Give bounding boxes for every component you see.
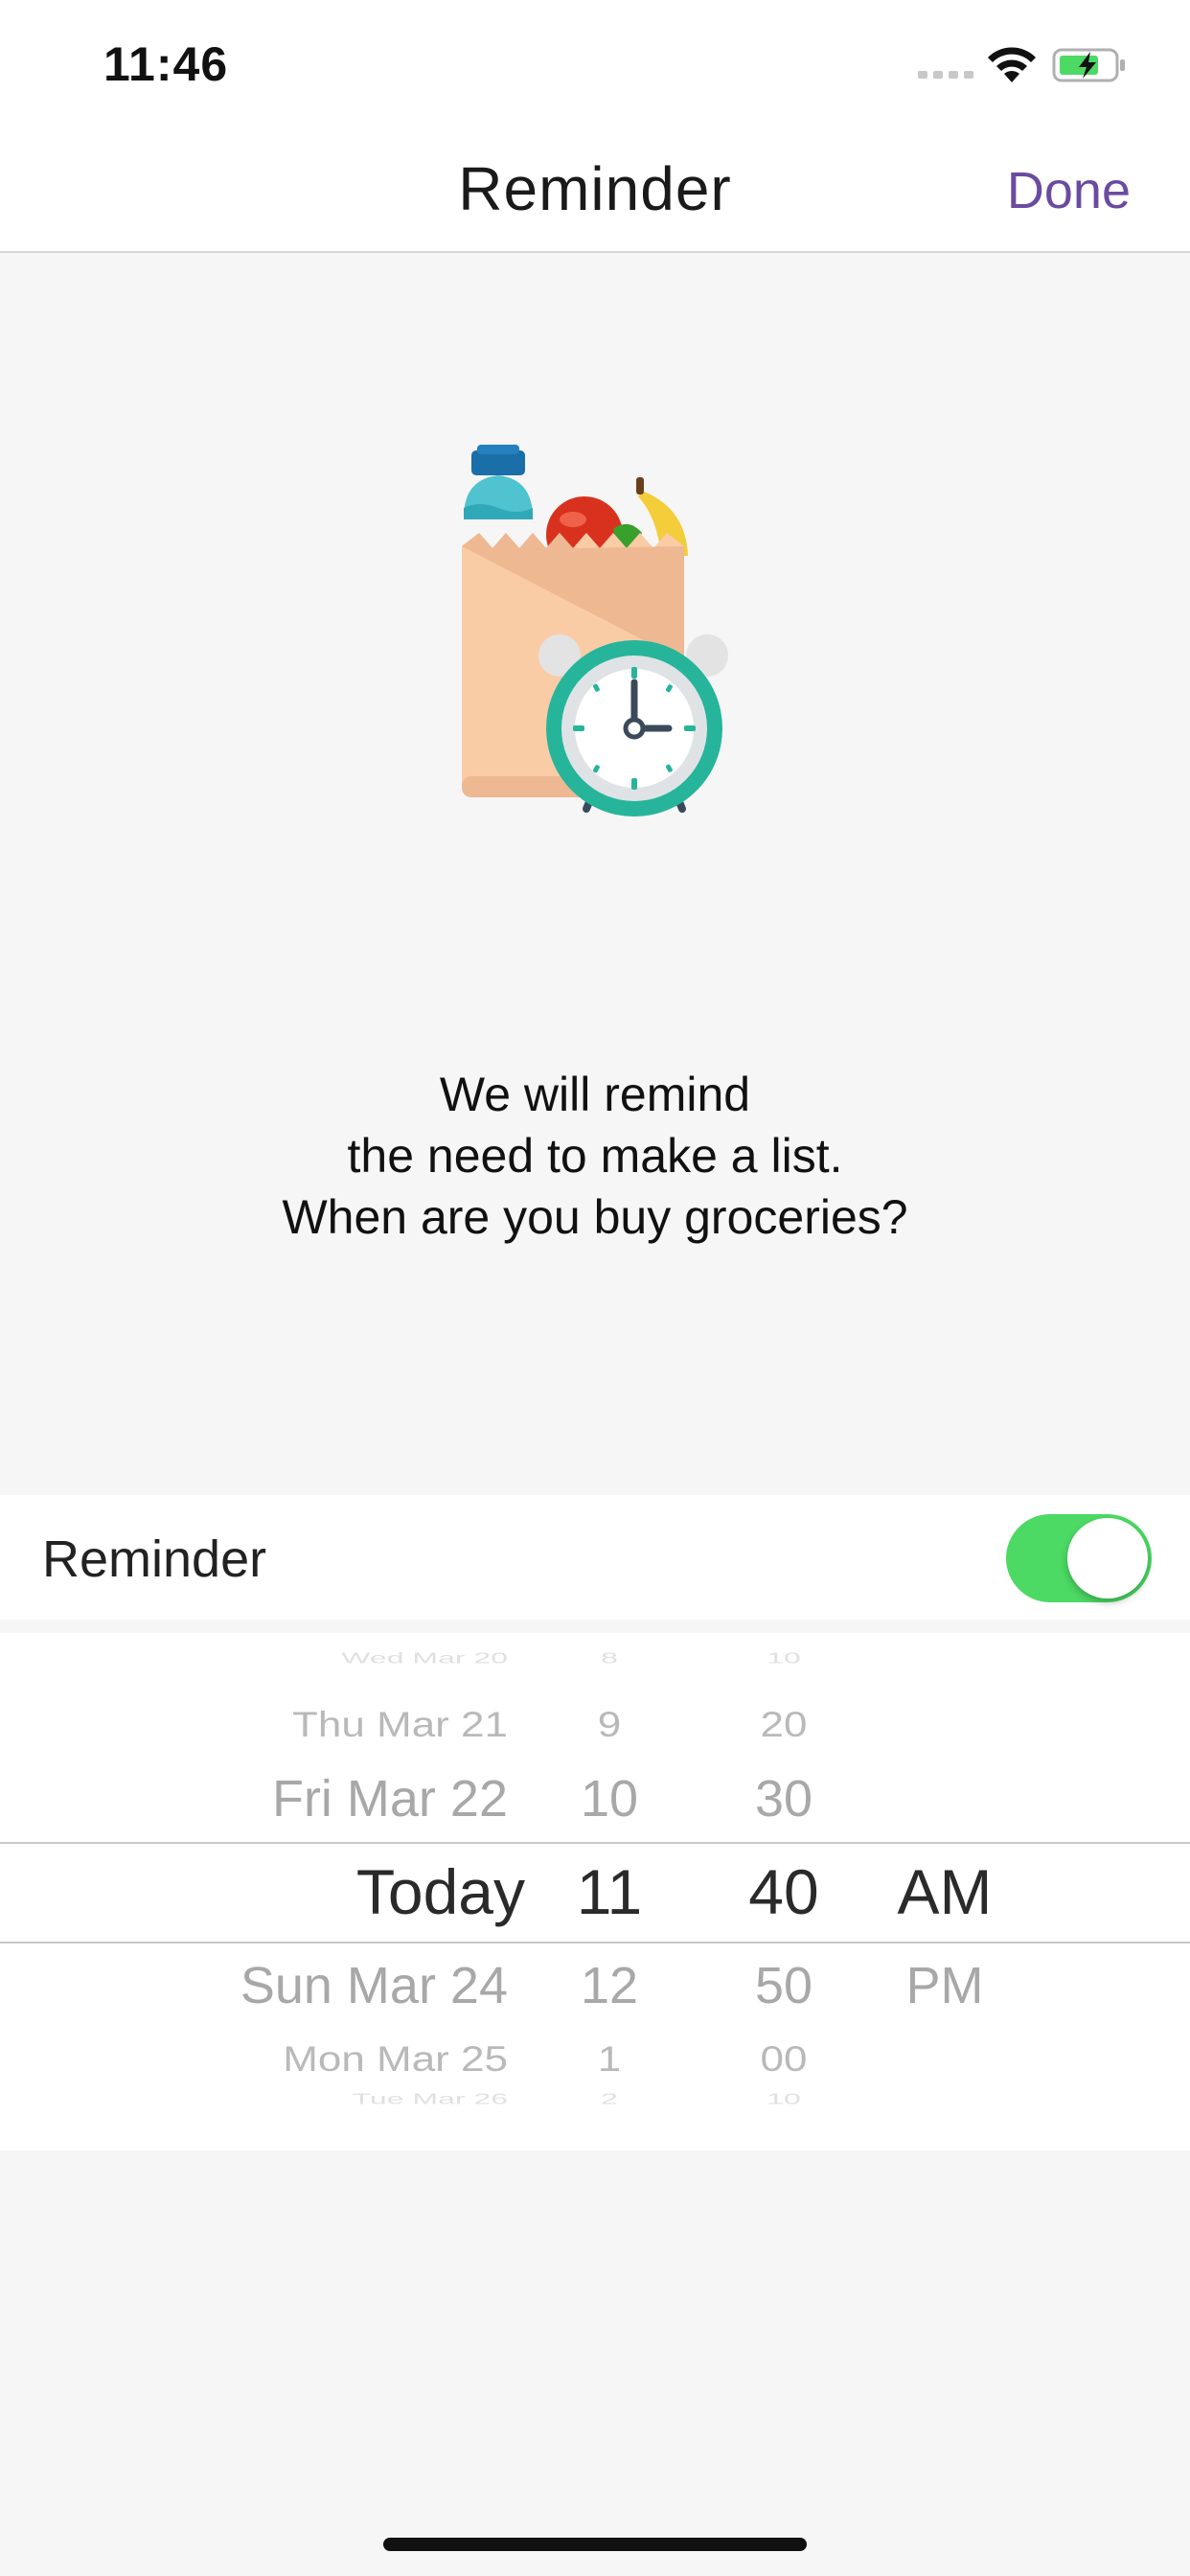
message-line: the need to make a list. [347, 1129, 843, 1183]
message-line: We will remind [439, 1068, 751, 1121]
picker-date-item[interactable]: Mon Mar 25 [283, 2041, 508, 2077]
done-button[interactable]: Done [1007, 161, 1131, 220]
reminder-prompt-message: We will remind the need to make a list. … [0, 1064, 1190, 1248]
picker-minute-item[interactable]: 10 [688, 2091, 880, 2106]
picker-selection-bottom-line [0, 1942, 1190, 1944]
reminder-toggle[interactable] [1006, 1514, 1152, 1602]
picker-minute-item[interactable]: 00 [688, 2041, 880, 2077]
picker-hour-item[interactable]: 8 [514, 1650, 705, 1666]
status-bar: 11:46 [0, 0, 1190, 128]
reminder-row: Reminder [0, 1495, 1190, 1620]
home-indicator [383, 2538, 807, 2551]
battery-icon [1052, 48, 1125, 82]
picker-period-item[interactable]: PM [849, 1960, 1041, 2012]
picker-date-item[interactable]: Fri Mar 22 [272, 1773, 508, 1825]
picker-hour-item[interactable]: 9 [514, 1707, 705, 1742]
message-line: When are you buy groceries? [282, 1190, 908, 1244]
picker-hour-item[interactable]: 2 [514, 2091, 705, 2106]
cellular-signal-icon [918, 71, 973, 79]
picker-selection-top-line [0, 1842, 1190, 1844]
picker-hour-item[interactable]: 1 [514, 2041, 705, 2077]
picker-date-item[interactable]: Wed Mar 20 [341, 1650, 508, 1666]
picker-hour-item[interactable]: 10 [514, 1773, 705, 1825]
picker-minute-item[interactable]: 20 [688, 1707, 880, 1742]
reminder-label: Reminder [42, 1530, 267, 1588]
date-time-picker[interactable]: Wed Mar 20 Thu Mar 21 Fri Mar 22 Today Sun M… [0, 1633, 1190, 2150]
picker-date-item[interactable]: Sun Mar 24 [240, 1960, 508, 2012]
navigation-bar: Reminder Done [0, 128, 1190, 253]
picker-period-item[interactable]: AM [849, 1860, 1041, 1923]
status-time: 11:46 [103, 37, 229, 91]
picker-hour-item[interactable]: 11 [514, 1860, 705, 1923]
picker-minute-item[interactable]: 30 [688, 1773, 880, 1825]
picker-date-item[interactable]: Thu Mar 21 [292, 1707, 508, 1742]
picker-hour-item[interactable]: 12 [514, 1960, 705, 2012]
toggle-knob [1067, 1518, 1148, 1598]
picker-date-item[interactable]: Today [356, 1860, 525, 1923]
picker-minute-item[interactable]: 10 [688, 1650, 880, 1666]
grocery-reminder-illustration [462, 445, 728, 816]
picker-date-item[interactable]: Tue Mar 26 [353, 2091, 508, 2106]
wifi-icon [988, 47, 1036, 82]
